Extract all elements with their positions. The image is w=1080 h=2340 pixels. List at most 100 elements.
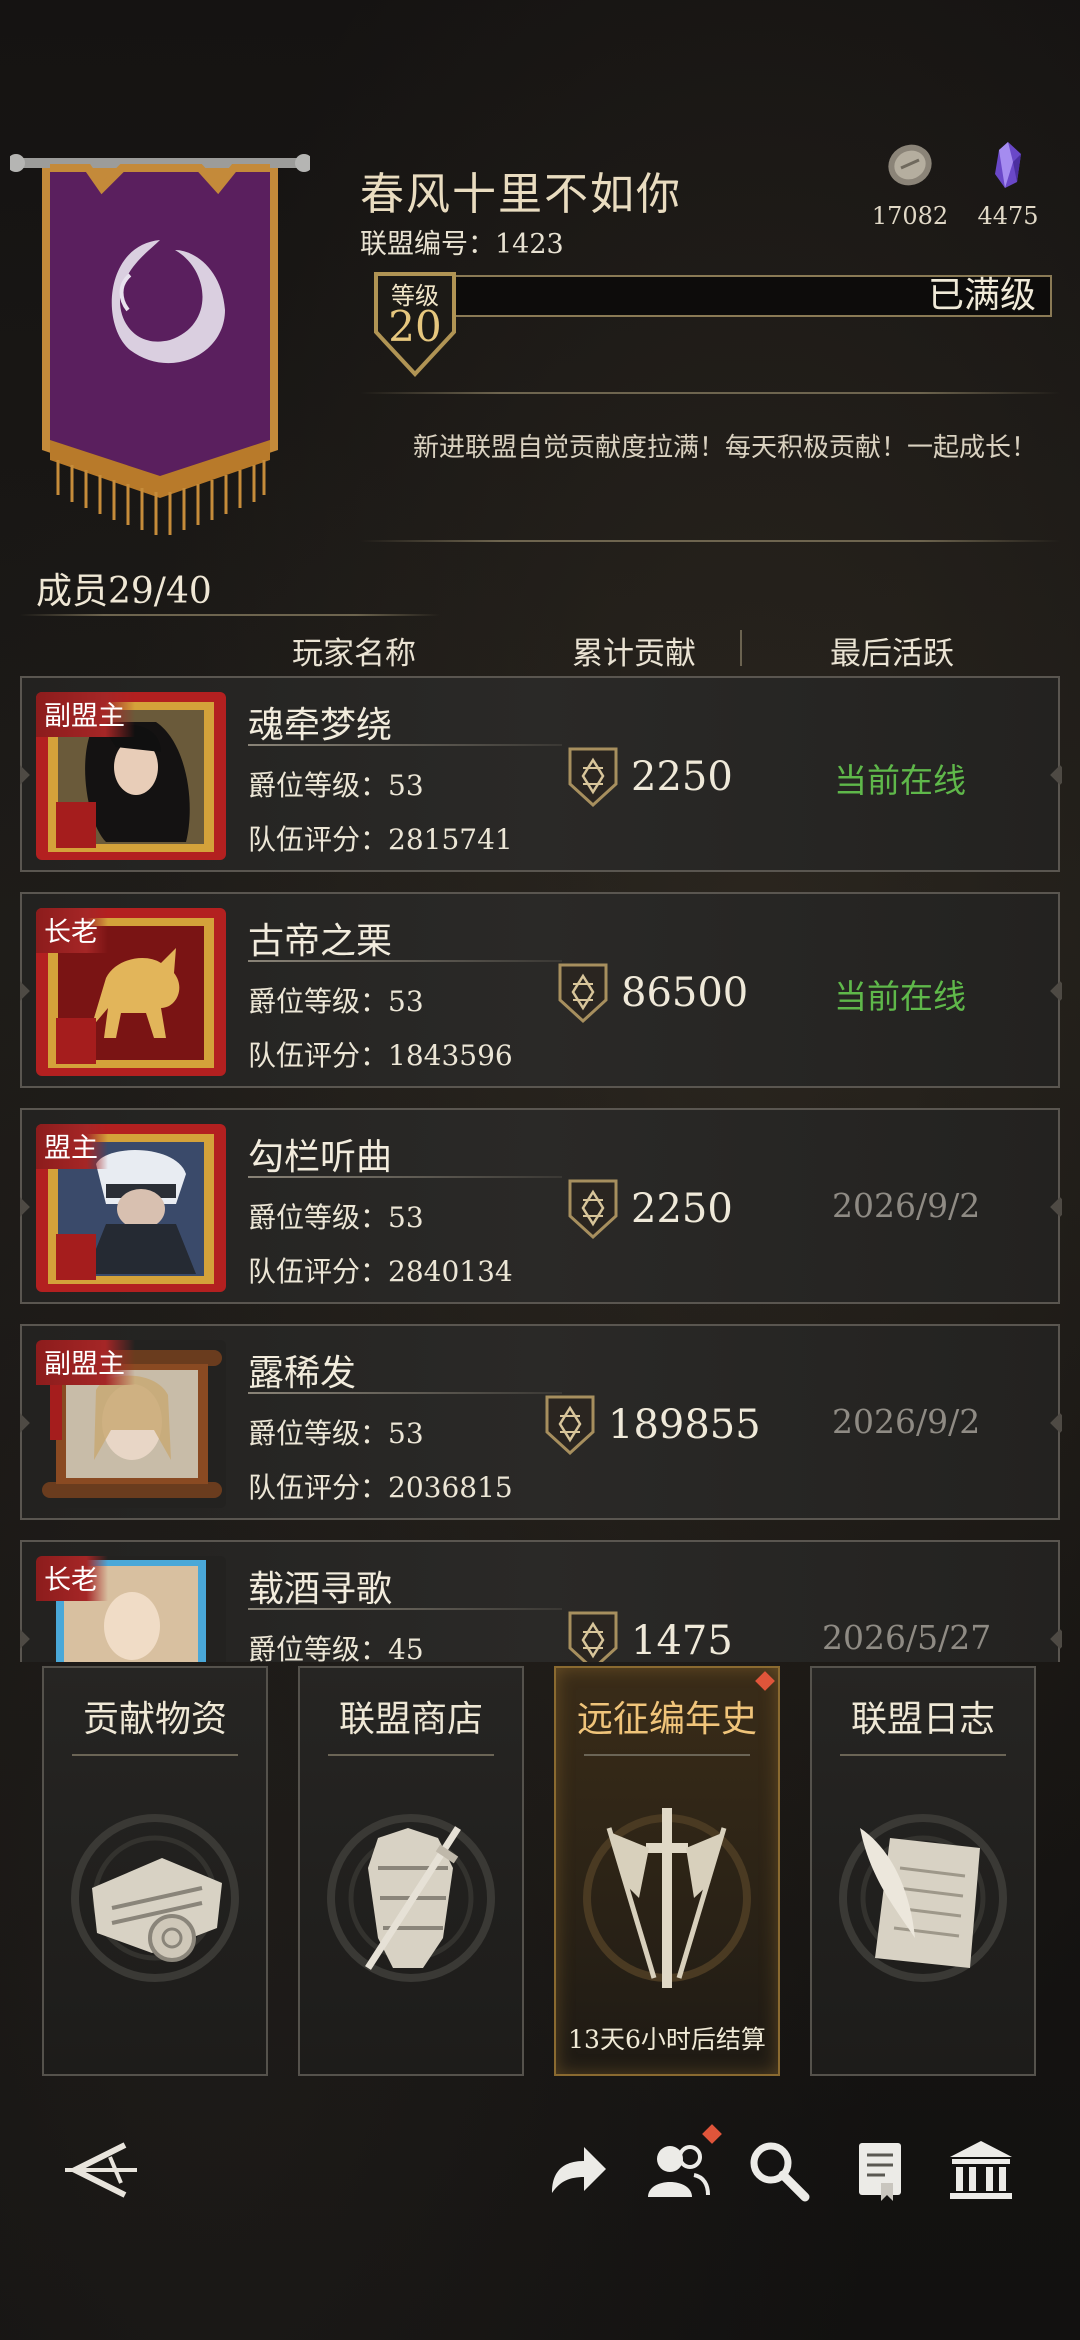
- contribution-shield-icon: [568, 1611, 618, 1662]
- contribution-shield-icon: [558, 963, 608, 1024]
- purple-gem-icon: [995, 142, 1021, 188]
- contribution: 1475: [567, 1610, 733, 1662]
- member-list[interactable]: 副盟主 魂牵梦绕 爵位等级：53 队伍评分：2815741 2250 当前在线: [20, 676, 1062, 1662]
- col-header-name[interactable]: 玩家名称: [292, 628, 416, 673]
- contribution-shield-icon: [568, 747, 618, 808]
- avatar[interactable]: 盟主: [36, 1124, 226, 1292]
- contribution: 2250: [567, 746, 733, 808]
- contribution-shield-icon: [568, 1179, 618, 1240]
- level-status: 已满级: [927, 275, 1036, 316]
- quill-parchment-icon: [839, 1814, 1007, 1982]
- player-score: 队伍评分：1843596: [248, 1039, 513, 1072]
- guild-name: 春风十里不如你: [360, 169, 682, 220]
- contribution-value: 189855: [608, 1402, 761, 1448]
- contribution-shield-icon: [545, 1395, 595, 1456]
- card-divider: [840, 1754, 1006, 1756]
- alliance-shop-card[interactable]: 联盟商店: [298, 1666, 524, 2076]
- last-active: 2026/5/27: [822, 1618, 992, 1657]
- last-active: 2026/9/2: [832, 1402, 981, 1441]
- role-tag: 副盟主: [36, 692, 135, 737]
- avatar[interactable]: 副盟主: [36, 1340, 226, 1508]
- member-count: 成员29/40: [36, 571, 212, 612]
- contribution-value: 1475: [631, 1618, 733, 1662]
- player-score: 队伍评分：2036815: [248, 1471, 513, 1504]
- member-row[interactable]: 副盟主 露稀发 爵位等级：53 队伍评分：2036815 189855 2026…: [20, 1324, 1060, 1520]
- col-header-last-active[interactable]: 最后活跃: [830, 628, 954, 673]
- contribute-supplies-card[interactable]: 贡献物资: [42, 1666, 268, 2076]
- hall-icon[interactable]: [946, 2135, 1016, 2205]
- name-underline: [248, 1608, 562, 1610]
- card-title: 联盟商店: [338, 1699, 483, 1740]
- name-underline: [248, 744, 562, 746]
- search-icon[interactable]: [743, 2135, 813, 2205]
- card-divider: [72, 1754, 238, 1756]
- avatar[interactable]: 长老: [36, 908, 226, 1076]
- settlement-countdown: 13天6小时后结算: [568, 2025, 766, 2054]
- member-row[interactable]: 副盟主 魂牵梦绕 爵位等级：53 队伍评分：2815741 2250 当前在线: [20, 676, 1060, 872]
- guild-id: 联盟编号：1423: [360, 229, 564, 260]
- level-number: 20: [388, 302, 442, 351]
- level-badge: 等级 20: [372, 270, 458, 378]
- player-name: 古帝之栗: [248, 921, 393, 962]
- last-active: 当前在线: [834, 977, 966, 1016]
- player-rank: 爵位等级：53: [248, 769, 424, 802]
- player-rank: 爵位等级：53: [248, 985, 424, 1018]
- card-title: 联盟日志: [850, 1699, 995, 1740]
- motto-divider: [360, 540, 1060, 542]
- role-tag: 长老: [36, 1556, 108, 1601]
- alliance-log-card[interactable]: 联盟日志: [810, 1666, 1036, 2076]
- col-header-contribution[interactable]: 累计贡献: [572, 628, 696, 673]
- contribution-value: 2250: [631, 754, 733, 800]
- name-underline: [248, 1392, 562, 1394]
- header-divider: [360, 392, 1060, 394]
- contribution-value: 2250: [631, 1186, 733, 1232]
- member-row[interactable]: 长老 古帝之栗 爵位等级：53 队伍评分：1843596 86500 当前在线: [20, 892, 1060, 1088]
- back-arrow-icon[interactable]: [55, 2135, 145, 2205]
- name-underline: [248, 960, 562, 962]
- scroll-bundle-icon: [71, 1814, 239, 1982]
- role-tag: 盟主: [36, 1124, 108, 1169]
- last-active: 2026/9/2: [832, 1186, 981, 1225]
- avatar[interactable]: 长老: [36, 1556, 226, 1662]
- guild-motto: 新进联盟自觉贡献度拉满！每天积极贡献！一起成长！: [412, 433, 1037, 463]
- member-row[interactable]: 盟主 勾栏听曲 爵位等级：53 队伍评分：2840134 2250 2026/9…: [20, 1108, 1060, 1304]
- last-active: 当前在线: [834, 761, 966, 800]
- silver-amount: 17082: [871, 202, 949, 230]
- gem-currency[interactable]: 4475: [953, 140, 1063, 230]
- col-divider: [740, 630, 742, 666]
- player-name: 魂牵梦绕: [248, 705, 393, 746]
- player-rank: 爵位等级：53: [248, 1417, 424, 1450]
- guild-banner: [10, 154, 310, 535]
- gem-amount: 4475: [977, 202, 1039, 230]
- level-progress-bar: 已满级: [450, 275, 1052, 317]
- card-divider: [584, 1754, 750, 1756]
- silver-coin-icon: [888, 144, 932, 186]
- player-rank: 爵位等级：53: [248, 1201, 424, 1234]
- player-rank: 爵位等级：45: [248, 1633, 424, 1662]
- contribution: 189855: [544, 1394, 761, 1456]
- records-icon[interactable]: [845, 2135, 915, 2205]
- armor-sword-icon: [327, 1814, 495, 1982]
- avatar[interactable]: 副盟主: [36, 692, 226, 860]
- player-score: 队伍评分：2840134: [248, 1255, 513, 1288]
- notification-dot: [755, 1671, 775, 1691]
- role-tag: 长老: [36, 908, 108, 953]
- contribution: 86500: [557, 962, 748, 1024]
- crossed-banners-sword-icon: [583, 1808, 751, 1988]
- expedition-chronicle-card[interactable]: 远征编年史 13天6小时后结算: [554, 1666, 780, 2076]
- member-divider: [20, 614, 440, 616]
- player-name: 载酒寻歌: [248, 1569, 393, 1610]
- share-icon[interactable]: [540, 2135, 610, 2205]
- card-title: 贡献物资: [82, 1699, 227, 1740]
- card-title: 远征编年史: [576, 1699, 757, 1740]
- name-underline: [248, 1176, 562, 1178]
- player-name: 露稀发: [248, 1353, 357, 1394]
- contribution-value: 86500: [621, 970, 749, 1016]
- contribution: 2250: [567, 1178, 733, 1240]
- members-icon[interactable]: [642, 2135, 712, 2205]
- player-name: 勾栏听曲: [248, 1137, 393, 1178]
- card-divider: [328, 1754, 494, 1756]
- silver-currency[interactable]: 17082: [855, 140, 965, 230]
- member-row[interactable]: 长老 载酒寻歌 爵位等级：45 1475 2026/5/27: [20, 1540, 1060, 1662]
- player-score: 队伍评分：2815741: [248, 823, 513, 856]
